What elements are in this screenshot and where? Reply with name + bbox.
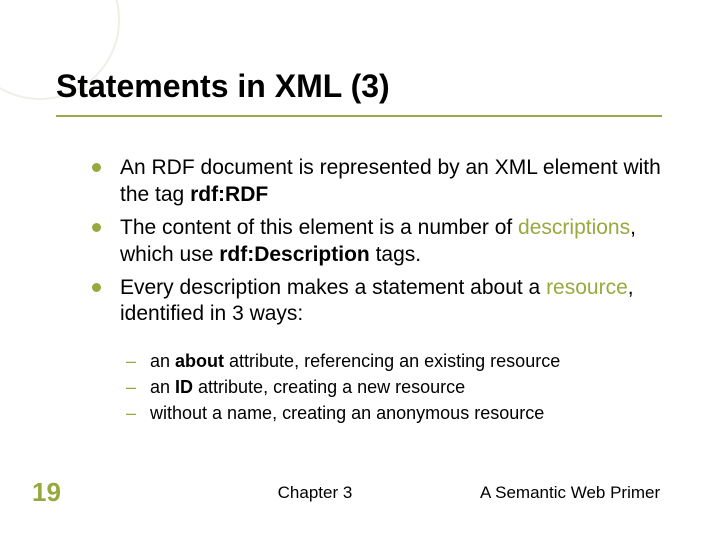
slide: Statements in XML (3) An RDF document is… <box>0 0 720 540</box>
text: attribute, creating a new resource <box>193 377 465 397</box>
highlight-text: descriptions <box>518 216 630 239</box>
highlight-text: resource <box>546 276 628 299</box>
bold-text: rdf:RDF <box>190 183 268 206</box>
bold-text: rdf:Description <box>219 243 370 266</box>
text: an <box>150 351 175 371</box>
text: tags. <box>370 243 421 266</box>
sub-bullet-item: without a name, creating an anonymous re… <box>126 402 664 426</box>
slide-footer: 19 Chapter 3 A Semantic Web Primer <box>0 477 720 508</box>
text: without a name, creating an anonymous re… <box>150 403 544 423</box>
title-underline <box>56 115 662 117</box>
slide-number: 19 <box>0 477 90 508</box>
footer-right-text: A Semantic Web Primer <box>480 483 720 503</box>
text: an <box>150 377 175 397</box>
bullet-list-level2: an about attribute, referencing an exist… <box>56 350 664 425</box>
bold-text: ID <box>175 377 193 397</box>
text: Every description makes a statement abou… <box>120 276 546 299</box>
slide-title: Statements in XML (3) <box>56 68 664 105</box>
text: attribute, referencing an existing resou… <box>224 351 560 371</box>
sub-bullet-item: an about attribute, referencing an exist… <box>126 350 664 374</box>
text: The content of this element is a number … <box>120 216 518 239</box>
bullet-item: The content of this element is a number … <box>92 215 664 269</box>
bullet-list-level1: An RDF document is represented by an XML… <box>56 155 664 328</box>
footer-center-text: Chapter 3 <box>90 483 480 503</box>
sub-bullet-item: an ID attribute, creating a new resource <box>126 376 664 400</box>
bold-text: about <box>175 351 224 371</box>
bullet-item: Every description makes a statement abou… <box>92 275 664 329</box>
bullet-item: An RDF document is represented by an XML… <box>92 155 664 209</box>
